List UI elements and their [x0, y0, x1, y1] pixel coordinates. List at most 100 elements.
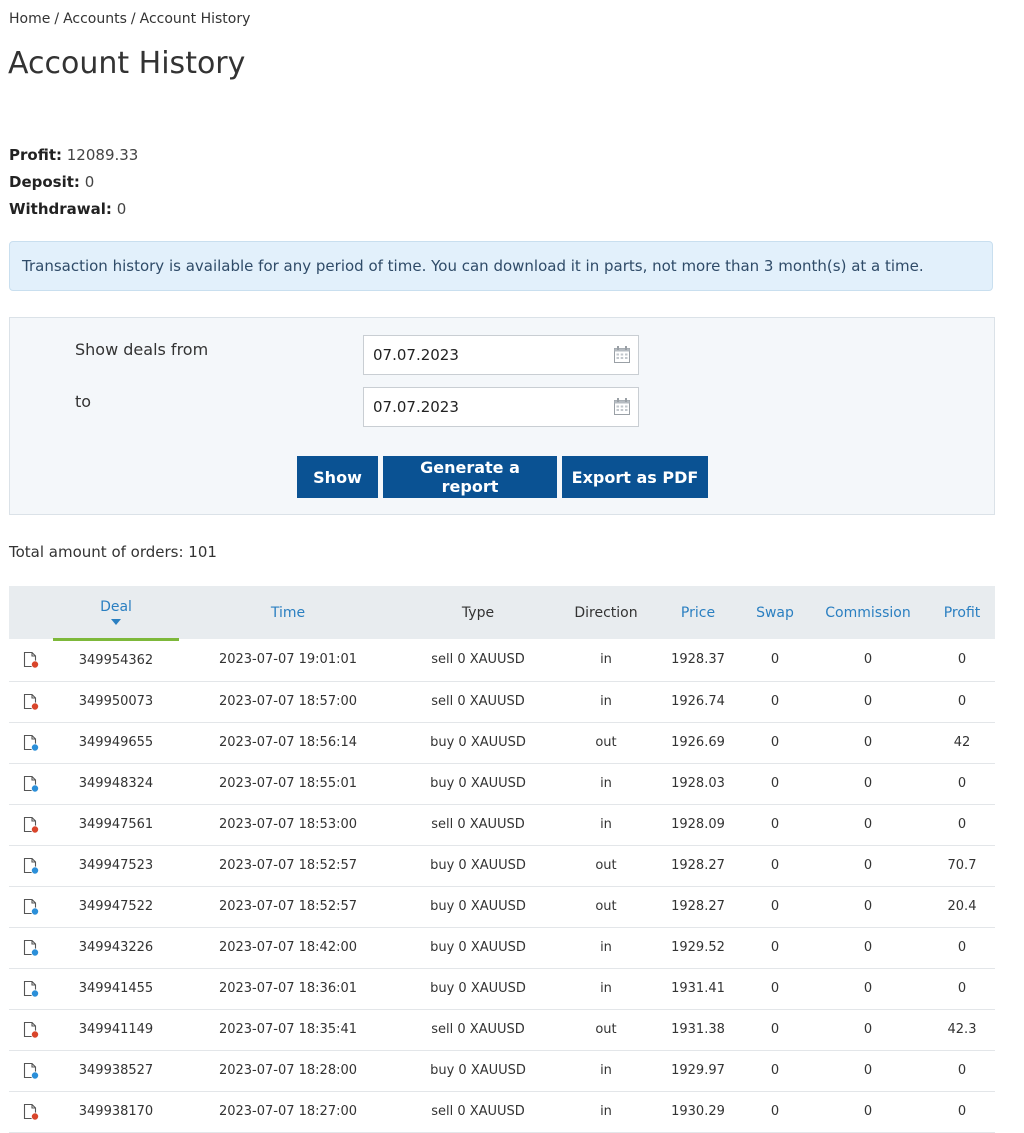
profit-label: Profit:: [9, 146, 62, 164]
export-pdf-button[interactable]: Export as PDF: [562, 456, 708, 498]
cell-type: sell 0 XAUUSD: [397, 1091, 559, 1133]
cell-direction: out: [559, 1009, 653, 1051]
cell-type: buy 0 XAUUSD: [397, 722, 559, 764]
cell-swap: 0: [743, 639, 807, 682]
cell-commission: 0: [807, 927, 929, 969]
breadcrumb-separator: /: [130, 11, 136, 27]
cell-deal: 349941149: [53, 1009, 179, 1051]
buy-deal-icon: [23, 980, 39, 997]
cell-profit: 0: [929, 804, 995, 846]
cell-profit: 20.4: [929, 886, 995, 928]
table-header-row: Deal Time Type Direction Price Swap Comm…: [9, 586, 995, 641]
table-row: 349938527 2023-07-07 18:28:00 buy 0 XAUUSD…: [9, 1050, 995, 1092]
cell-swap: 0: [743, 1050, 807, 1092]
header-time[interactable]: Time: [179, 586, 397, 639]
table-row: 349941149 2023-07-07 18:35:41 sell 0 XAUUS…: [9, 1009, 995, 1051]
cell-type: buy 0 XAUUSD: [397, 845, 559, 887]
cell-time: 2023-07-07 18:42:00: [179, 927, 397, 969]
deal-icon-cell: [9, 804, 53, 846]
header-deal[interactable]: Deal: [53, 586, 179, 641]
buy-deal-icon: [23, 898, 39, 915]
cell-time: 2023-07-07 18:55:01: [179, 763, 397, 805]
cell-commission: 0: [807, 722, 929, 764]
withdrawal-label: Withdrawal:: [9, 200, 112, 218]
cell-type: sell 0 XAUUSD: [397, 681, 559, 723]
cell-profit: 0: [929, 639, 995, 682]
info-alert: Transaction history is available for any…: [9, 241, 993, 291]
cell-profit: 0: [929, 763, 995, 805]
date-from-input[interactable]: 07.07.2023: [363, 335, 639, 375]
table-row: 349943226 2023-07-07 18:42:00 buy 0 XAUUSD…: [9, 927, 995, 969]
buy-deal-icon: [23, 775, 39, 792]
cell-profit: 0: [929, 1091, 995, 1133]
show-button[interactable]: Show: [297, 456, 378, 498]
cell-type: sell 0 XAUUSD: [397, 1009, 559, 1051]
to-label: to: [75, 392, 92, 411]
cell-type: sell 0 XAUUSD: [397, 639, 559, 682]
total-orders: Total amount of orders: 101: [9, 543, 217, 561]
deal-icon-cell: [9, 845, 53, 887]
cell-type: buy 0 XAUUSD: [397, 763, 559, 805]
sell-deal-icon: [23, 1103, 39, 1120]
header-profit[interactable]: Profit: [929, 586, 995, 639]
page-title: Account History: [8, 46, 246, 81]
cell-direction: in: [559, 681, 653, 723]
cell-swap: 0: [743, 1091, 807, 1133]
cell-direction: out: [559, 722, 653, 764]
cell-price: 1929.97: [653, 1050, 743, 1092]
cell-time: 2023-07-07 18:35:41: [179, 1009, 397, 1051]
cell-swap: 0: [743, 927, 807, 969]
deal-icon-cell: [9, 1009, 53, 1051]
date-to-value: 07.07.2023: [373, 398, 459, 416]
cell-swap: 0: [743, 886, 807, 928]
profit-value: 12089.33: [66, 146, 139, 164]
deal-icon-cell: [9, 968, 53, 1010]
cell-commission: 0: [807, 886, 929, 928]
cell-price: 1926.69: [653, 722, 743, 764]
cell-deal: 349949655: [53, 722, 179, 764]
header-swap[interactable]: Swap: [743, 586, 807, 639]
cell-time: 2023-07-07 18:57:00: [179, 681, 397, 723]
cell-deal: 349947561: [53, 804, 179, 846]
deposit-summary: Deposit: 0: [9, 169, 138, 196]
generate-report-button[interactable]: Generate a report: [383, 456, 557, 498]
cell-price: 1931.38: [653, 1009, 743, 1051]
cell-profit: 0: [929, 681, 995, 723]
date-to-input[interactable]: 07.07.2023: [363, 387, 639, 427]
cell-time: 2023-07-07 18:28:00: [179, 1050, 397, 1092]
deal-icon-cell: [9, 1050, 53, 1092]
cell-deal: 349950073: [53, 681, 179, 723]
cell-price: 1926.74: [653, 681, 743, 723]
table-row: 349949655 2023-07-07 18:56:14 buy 0 XAUUSD…: [9, 722, 995, 764]
header-direction: Direction: [574, 604, 638, 621]
deal-icon-cell: [9, 886, 53, 928]
cell-price: 1931.41: [653, 968, 743, 1010]
cell-commission: 0: [807, 1091, 929, 1133]
cell-price: 1928.03: [653, 763, 743, 805]
cell-type: sell 0 XAUUSD: [397, 804, 559, 846]
table-row: 349954362 2023-07-07 19:01:01 sell 0 XAUUS…: [9, 639, 995, 682]
cell-direction: in: [559, 763, 653, 805]
cell-direction: in: [559, 968, 653, 1010]
breadcrumb-accounts[interactable]: Accounts: [63, 11, 127, 27]
header-price[interactable]: Price: [653, 586, 743, 639]
breadcrumb-home[interactable]: Home: [9, 11, 50, 27]
deal-icon-cell: [9, 927, 53, 969]
cell-profit: 0: [929, 968, 995, 1010]
cell-price: 1929.52: [653, 927, 743, 969]
sort-desc-icon: [111, 618, 121, 625]
buy-deal-icon: [23, 1062, 39, 1079]
table-row: 349947522 2023-07-07 18:52:57 buy 0 XAUUSD…: [9, 886, 995, 928]
cell-deal: 349941455: [53, 968, 179, 1010]
calendar-icon[interactable]: [614, 398, 630, 415]
calendar-icon[interactable]: [614, 346, 630, 363]
buy-deal-icon: [23, 734, 39, 751]
cell-deal: 349943226: [53, 927, 179, 969]
sell-deal-icon: [23, 816, 39, 833]
cell-profit: 0: [929, 927, 995, 969]
cell-deal: 349947522: [53, 886, 179, 928]
cell-direction: out: [559, 845, 653, 887]
table-row: 349938170 2023-07-07 18:27:00 sell 0 XAUUS…: [9, 1091, 995, 1133]
header-commission[interactable]: Commission: [807, 586, 929, 639]
deal-icon-cell: [9, 681, 53, 723]
